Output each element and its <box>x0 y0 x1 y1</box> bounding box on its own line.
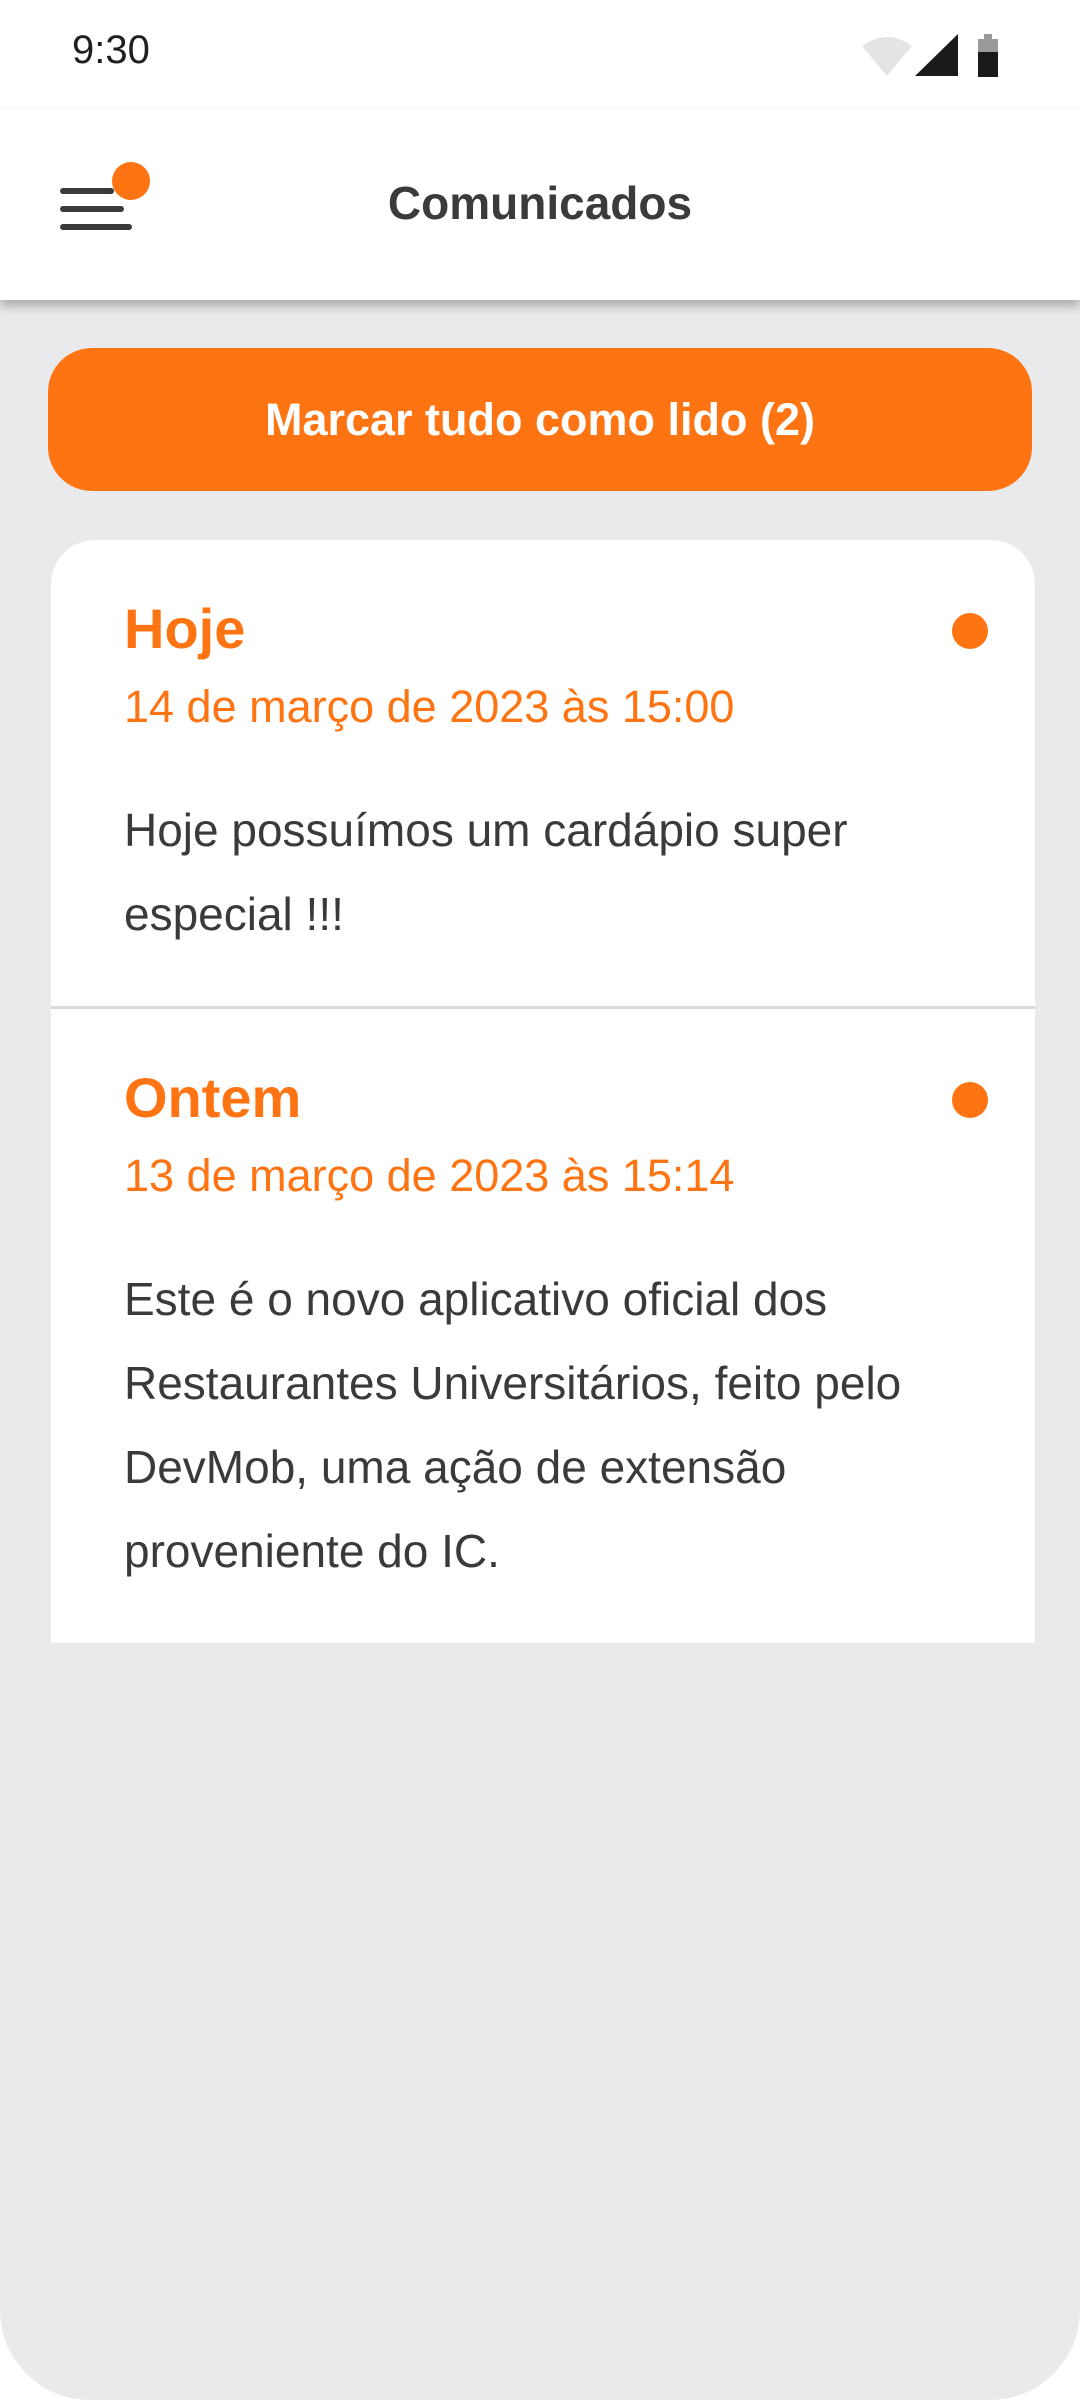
wifi-icon <box>862 37 912 76</box>
notice-list: Hoje 14 de março de 2023 às 15:00 Hoje p… <box>51 540 1035 1643</box>
cellular-signal-icon <box>915 34 958 76</box>
status-bar: 9:30 <box>0 0 1080 110</box>
screen: 9:30 Comunicados Marcar tudo como lido (… <box>0 0 1080 2400</box>
status-icons <box>862 32 1012 84</box>
mark-all-read-button[interactable]: Marcar tudo como lido (2) <box>48 348 1032 491</box>
status-time: 9:30 <box>72 28 150 72</box>
notice-date: 14 de março de 2023 às 15:00 <box>124 681 735 732</box>
unread-indicator <box>952 1082 988 1118</box>
app-bar: Comunicados <box>0 110 1080 300</box>
notice-body: Hoje possuímos um cardápio super especia… <box>124 804 848 940</box>
page-title: Comunicados <box>387 177 693 229</box>
battery-icon <box>978 34 998 77</box>
unread-indicator <box>952 613 988 649</box>
notice-body: Este é o novo aplicativo oficial dos Res… <box>124 1273 902 1577</box>
notice-title: Hoje <box>124 597 246 660</box>
notice-item[interactable]: Hoje 14 de março de 2023 às 15:00 Hoje p… <box>51 540 1035 1006</box>
notice-date: 13 de março de 2023 às 15:14 <box>124 1150 735 1201</box>
notice-title: Ontem <box>124 1066 302 1129</box>
notice-item[interactable]: Ontem 13 de março de 2023 às 15:14 Este … <box>51 1006 1035 1643</box>
